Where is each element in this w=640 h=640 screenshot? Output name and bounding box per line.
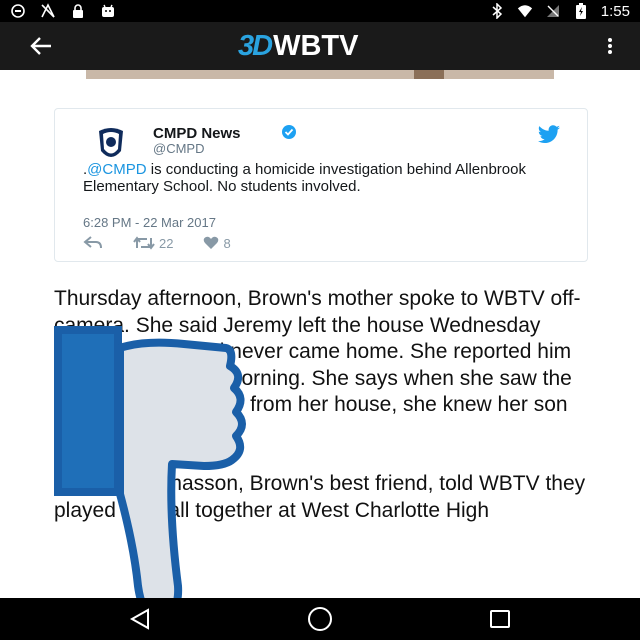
twitter-bird-icon[interactable] [537,125,561,145]
thumbs-down-icon [54,326,254,626]
tweet-timestamp[interactable]: 6:28 PM - 22 Mar 2017 [83,215,216,230]
signal-off-icon [40,3,56,19]
status-right-icons: 1:55 [489,2,630,20]
retweet-button[interactable]: 22 [133,236,173,251]
overflow-menu-button[interactable] [602,34,618,58]
status-time: 1:55 [600,2,630,20]
back-triangle-icon [129,608,149,630]
bluetooth-icon [489,3,505,19]
retweet-count: 22 [159,235,174,251]
navigation-bar [0,598,640,640]
nav-home-button[interactable] [306,606,334,632]
arrow-back-icon [30,37,51,55]
nav-back-button[interactable] [126,606,154,632]
article-image-bottom [86,70,554,79]
logo-3d: 3D [238,29,273,62]
back-button[interactable] [24,32,58,60]
home-circle-icon [308,607,332,631]
cmpd-avatar[interactable] [91,125,131,165]
tweet-text: .@CMPD is conducting a homicide investig… [83,161,526,195]
nav-recents-button[interactable] [486,606,514,632]
tweet-author-name[interactable]: CMPD News [153,125,241,142]
verified-badge-icon [281,124,297,140]
more-vert-icon [608,38,612,54]
no-sim-icon [545,3,561,19]
tweet-mention-link[interactable]: @CMPD [87,161,146,178]
logo-text: WBTV [273,29,359,62]
tweet-author-handle[interactable]: @CMPD [153,141,204,156]
like-button[interactable]: 8 [203,235,231,251]
reply-icon [83,236,102,249]
heart-icon [204,236,219,249]
status-left-icons [10,2,116,20]
wbtv-logo: 3D WBTV [238,30,358,62]
recents-square-icon [490,610,510,628]
like-count: 8 [223,235,231,251]
tweet-actions: 22 8 [83,235,231,251]
embedded-tweet[interactable]: CMPD News @CMPD .@CMPD is conducting a h… [54,108,588,262]
app-bar: 3D WBTV [0,22,640,70]
wifi-icon [517,3,533,19]
android-icon [100,3,116,19]
retweet-icon [133,236,155,250]
lock-icon [70,3,86,19]
status-bar: 1:55 [0,0,640,22]
battery-charging-icon [573,3,589,19]
circle-icon [10,3,26,19]
reply-button[interactable] [83,236,103,250]
